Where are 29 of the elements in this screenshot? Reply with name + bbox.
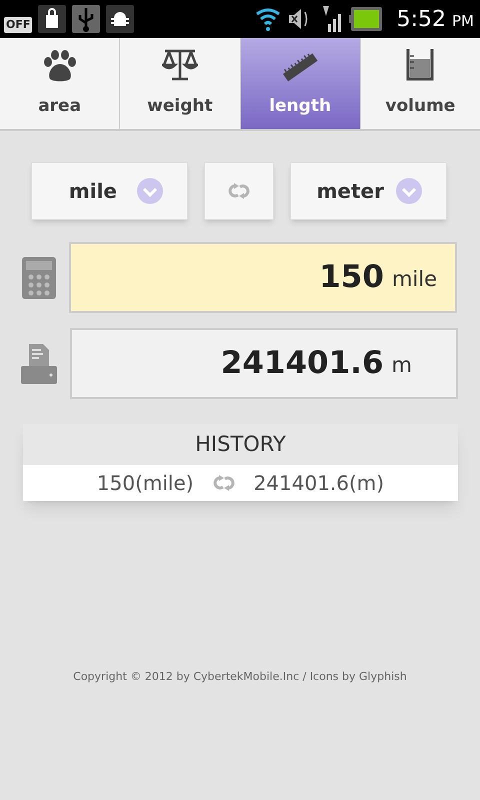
android-bug-icon: [106, 5, 134, 33]
from-unit-dropdown[interactable]: mile: [31, 162, 188, 220]
paw-icon: [42, 50, 78, 82]
beaker-icon: [404, 48, 436, 82]
scale-icon: [162, 48, 198, 82]
category-tab[interactable]: weight: [119, 38, 240, 129]
clock-time: 5:52: [396, 6, 446, 34]
category-tab[interactable]: area: [0, 38, 120, 129]
result-field: 241401.6 m: [70, 328, 458, 399]
history-title: HISTORY: [194, 431, 287, 458]
input-field[interactable]: 150 mile: [69, 242, 457, 313]
history-from-value: 150(mile): [96, 470, 194, 497]
calculator-icon: [22, 256, 56, 298]
history-to-value: 241401.6(m): [254, 470, 384, 497]
category-tab[interactable]: volume: [360, 38, 480, 129]
wifi-icon: [254, 6, 281, 32]
battery-icon: [348, 6, 383, 32]
printer-icon: [21, 344, 57, 384]
category-tab[interactable]: length: [240, 38, 360, 129]
usb-icon: [72, 5, 100, 33]
dropdown-chevron-icon: [137, 178, 163, 204]
to-unit-dropdown[interactable]: meter: [290, 162, 447, 220]
shopping-bag-icon: [38, 5, 66, 33]
clock-period: PM: [452, 10, 474, 32]
off-badge: OFF: [4, 16, 32, 34]
history-row[interactable]: 150(mile) 241401.6(m): [23, 465, 458, 501]
dropdown-chevron-icon: [396, 178, 422, 204]
swap-button[interactable]: [204, 162, 274, 220]
copyright-text: Copyright © 2012 by CybertekMobile.Inc / Icons by Glyphish: [73, 669, 407, 685]
